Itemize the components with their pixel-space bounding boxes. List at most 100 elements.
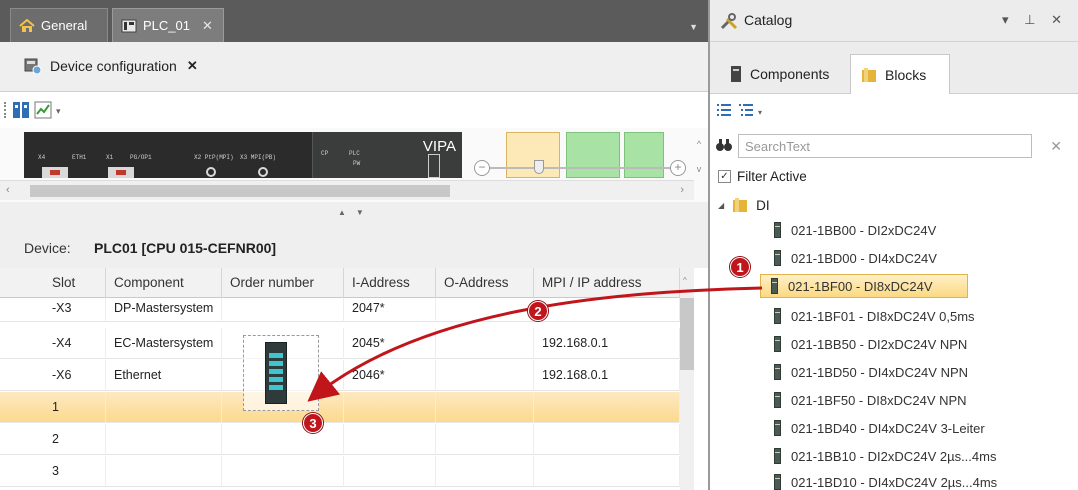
tab-components-label: Components bbox=[750, 66, 830, 82]
cell-component: EC-Mastersystem bbox=[106, 328, 222, 359]
table-row[interactable]: -X4 EC-Mastersystem 2045* 192.168.0.1 bbox=[0, 328, 694, 359]
cell-o-address bbox=[436, 298, 534, 322]
rack-plc-module[interactable]: CP PLC PW VIPA bbox=[312, 132, 462, 178]
search-input[interactable] bbox=[738, 134, 1032, 158]
zoom-slider[interactable]: − + bbox=[474, 160, 686, 176]
cell-component: DP-Mastersystem bbox=[106, 298, 222, 322]
zoom-track[interactable] bbox=[490, 167, 670, 169]
toolbar-grip[interactable] bbox=[4, 102, 7, 118]
cell-i-address bbox=[344, 456, 436, 487]
expand-all-icon[interactable] bbox=[716, 102, 732, 118]
catalog-item[interactable]: 021-1BB10 - DI2xDC24V 2µs...4ms bbox=[770, 444, 1002, 468]
tab-plc-01[interactable]: PLC_01 ✕ bbox=[112, 8, 224, 42]
catalog-item[interactable]: 021-1BF50 - DI8xDC24V NPN bbox=[770, 388, 973, 412]
filter-active-row[interactable]: ✓ Filter Active bbox=[710, 164, 1078, 188]
table-row[interactable]: 2 bbox=[0, 424, 694, 455]
scroll-up-icon[interactable]: ^ bbox=[683, 276, 687, 285]
catalog-toolbar-overflow-icon[interactable]: ▾ bbox=[758, 108, 762, 117]
collapse-all-icon[interactable] bbox=[738, 102, 754, 118]
cell-order-number bbox=[222, 424, 344, 455]
catalog-item-label: 021-1BF50 - DI8xDC24V NPN bbox=[791, 392, 967, 408]
ethernet-port[interactable] bbox=[42, 167, 68, 178]
cell-ip-address: 192.168.0.1 bbox=[534, 328, 680, 359]
cell-slot: -X4 bbox=[44, 328, 106, 359]
scroll-left-icon[interactable]: ‹ bbox=[6, 184, 10, 196]
dragged-module-icon bbox=[265, 342, 287, 404]
table-scroll-thumb[interactable] bbox=[680, 298, 694, 370]
catalog-item[interactable]: 021-1BB00 - DI2xDC24V bbox=[770, 218, 942, 242]
catalog-item[interactable]: 021-1BD00 - DI4xDC24V bbox=[770, 246, 943, 270]
tab-blocks[interactable]: Blocks bbox=[850, 54, 950, 94]
table-row[interactable]: -X6 Ethernet 2046* 192.168.0.1 bbox=[0, 360, 694, 391]
cell-slot: -X6 bbox=[44, 360, 106, 391]
close-icon[interactable]: ✕ bbox=[187, 58, 198, 74]
module-stripe bbox=[269, 353, 283, 358]
tree-folder-di[interactable]: ◢ DI bbox=[716, 194, 770, 216]
table-row-selected[interactable]: 1 bbox=[0, 392, 694, 423]
catalog-item-label: 021-1BD40 - DI4xDC24V 3-Leiter bbox=[791, 420, 985, 436]
table-row[interactable]: 3 bbox=[0, 456, 694, 487]
catalog-window-controls[interactable]: ▾ ⊥ ✕ bbox=[1002, 12, 1068, 28]
module-stripe bbox=[269, 377, 283, 382]
cell-ip-address bbox=[534, 424, 680, 455]
scroll-right-icon[interactable]: › bbox=[680, 184, 684, 196]
catalog-item-selected[interactable]: 021-1BF00 - DI8xDC24V bbox=[760, 274, 968, 298]
column-header-order-number[interactable]: Order number bbox=[222, 268, 344, 298]
device-overview-table: Slot Component Order number I-Address O-… bbox=[0, 268, 694, 490]
network-view-icon[interactable] bbox=[12, 101, 30, 119]
callout-3: 3 bbox=[303, 413, 323, 433]
catalog-item-label: 021-1BB50 - DI2xDC24V NPN bbox=[791, 336, 968, 352]
cell-i-address: 2045* bbox=[344, 328, 436, 359]
device-view-vertical-scrollbar[interactable]: ^ v bbox=[692, 132, 706, 182]
clear-search-icon[interactable]: ✕ bbox=[1050, 138, 1062, 155]
device-label: Device: bbox=[24, 240, 71, 256]
tab-components[interactable]: Components bbox=[720, 54, 839, 94]
tab-plc-01-label: PLC_01 bbox=[143, 18, 190, 33]
cell-slot: -X3 bbox=[44, 298, 106, 322]
catalog-toolbar: ▾ bbox=[710, 94, 1078, 128]
collapse-triangle-icon[interactable]: ◢ bbox=[718, 201, 724, 210]
catalog-item[interactable]: 021-1BD50 - DI4xDC24V NPN bbox=[770, 360, 974, 384]
mpi-port[interactable] bbox=[258, 167, 268, 177]
device-name: PLC01 [CPU 015-CEFNR00] bbox=[94, 240, 277, 256]
ethernet-port[interactable] bbox=[108, 167, 134, 178]
table-row[interactable]: -X3 DP-Mastersystem 2047* bbox=[0, 298, 694, 322]
close-tab-icon[interactable]: ✕ bbox=[202, 18, 213, 34]
column-header-o-address[interactable]: O-Address bbox=[436, 268, 534, 298]
column-header-mpi-ip-address[interactable]: MPI / IP address bbox=[534, 268, 680, 298]
tab-device-configuration[interactable]: Device configuration ✕ bbox=[24, 58, 198, 74]
zoom-thumb[interactable] bbox=[534, 160, 544, 174]
port-label: X2 PtP(MPI) bbox=[194, 154, 234, 161]
column-header-i-address[interactable]: I-Address bbox=[344, 268, 436, 298]
scroll-thumb[interactable] bbox=[30, 185, 450, 197]
catalog-item[interactable]: 021-1BF01 - DI8xDC24V 0,5ms bbox=[770, 304, 981, 328]
cell-i-address bbox=[344, 424, 436, 455]
filter-active-checkbox[interactable]: ✓ bbox=[718, 169, 731, 183]
port-label: PG/OP1 bbox=[130, 154, 152, 161]
device-view-horizontal-scrollbar[interactable]: ‹ › bbox=[0, 180, 694, 200]
tab-device-configuration-label: Device configuration bbox=[50, 58, 177, 74]
chevron-down-icon[interactable]: ▼ bbox=[689, 22, 698, 32]
tab-general[interactable]: General bbox=[10, 8, 108, 42]
splitter-arrows-icon[interactable]: ▲▼ bbox=[338, 208, 374, 217]
chart-view-icon[interactable] bbox=[34, 101, 52, 119]
module-icon bbox=[774, 336, 781, 352]
column-header-component[interactable]: Component bbox=[106, 268, 222, 298]
device-view: X4 ETH1 X1 PG/OP1 X2 PtP(MPI) X3 MPI(PB)… bbox=[0, 128, 708, 202]
zoom-in-icon[interactable]: + bbox=[670, 160, 686, 176]
catalog-item[interactable]: 021-1BB50 - DI2xDC24V NPN bbox=[770, 332, 973, 356]
catalog-item[interactable]: 021-1BD10 - DI4xDC24V 2µs...4ms bbox=[770, 470, 1003, 490]
cell-o-address bbox=[436, 328, 534, 359]
module-icon bbox=[774, 222, 781, 238]
zoom-out-icon[interactable]: − bbox=[474, 160, 490, 176]
document-tab-strip: General PLC_01 ✕ ▼ bbox=[0, 0, 708, 42]
catalog-panel: Catalog ▾ ⊥ ✕ Components Blocks ▾ Search… bbox=[710, 0, 1078, 490]
catalog-item[interactable]: 021-1BD40 - DI4xDC24V 3-Leiter bbox=[770, 416, 991, 440]
table-header: Slot Component Order number I-Address O-… bbox=[0, 268, 694, 298]
view-splitter[interactable]: ▲▼ bbox=[0, 202, 708, 228]
mpi-port[interactable] bbox=[206, 167, 216, 177]
callout-2: 2 bbox=[528, 301, 548, 321]
tools-icon bbox=[720, 13, 738, 30]
toolbar-overflow-icon[interactable]: ▾ bbox=[56, 106, 61, 117]
column-header-slot[interactable]: Slot bbox=[44, 268, 106, 298]
